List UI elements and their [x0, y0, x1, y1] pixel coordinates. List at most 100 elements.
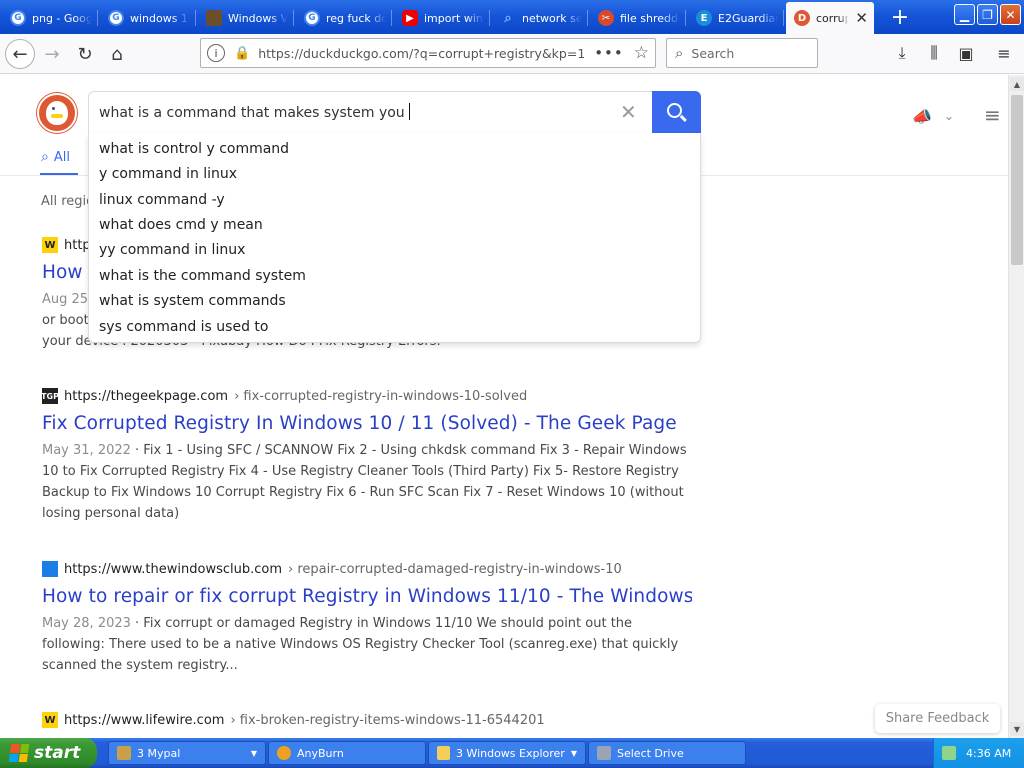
minimize-button[interactable]: ▁	[954, 4, 975, 25]
result-source[interactable]: https://www.thewindowsclub.com › repair-…	[42, 560, 692, 578]
hamburger-menu-icon[interactable]: ≡	[984, 103, 1001, 127]
tab-active[interactable]: D corrupt ✕	[786, 2, 874, 34]
windows-flag-icon	[8, 744, 30, 762]
tab-3[interactable]: Windows V	[198, 3, 294, 33]
share-feedback-button[interactable]: Share Feedback	[875, 704, 1000, 733]
forward-button[interactable]: →	[37, 39, 67, 69]
e2guardian-icon: E	[696, 10, 712, 26]
result-title[interactable]: How to repair or fix corrupt Registry in…	[42, 586, 692, 607]
network-icon[interactable]	[942, 746, 956, 760]
duckduckgo-logo[interactable]	[37, 93, 77, 133]
screen: G png - Goog G windows 10 Windows V G re…	[0, 0, 1024, 768]
page-scrollbar[interactable]: ▲ ▼	[1008, 75, 1024, 738]
lifewire-favicon-icon: W	[42, 712, 58, 728]
lifewire-favicon-icon: W	[42, 237, 58, 253]
result-host: https://www.thewindowsclub.com	[64, 561, 283, 577]
tab-7[interactable]: ✂ file shredde	[590, 3, 686, 33]
task-anyburn[interactable]: AnyBurn	[268, 741, 426, 765]
tab-8[interactable]: E E2Guardian	[688, 3, 784, 33]
browser-tab-strip: G png - Goog G windows 10 Windows V G re…	[0, 0, 1024, 34]
menu-icon[interactable]: ≡	[992, 41, 1016, 65]
system-tray: 4:36 AM	[933, 738, 1024, 768]
google-icon: G	[304, 10, 320, 26]
chevron-down-icon[interactable]: ⌄	[944, 109, 954, 123]
chevron-down-icon: ▼	[570, 748, 577, 758]
task-label: AnyBurn	[297, 746, 344, 760]
downloads-icon[interactable]: ⤓	[890, 41, 914, 65]
search-box[interactable]: what is a command that makes system you …	[88, 91, 701, 134]
back-button[interactable]: ←	[5, 39, 35, 69]
autocomplete-suggestions: what is control y command y command in l…	[88, 133, 701, 343]
tab-close-icon[interactable]: ✕	[855, 9, 868, 27]
lock-icon: 🔒	[234, 45, 251, 61]
page-content: what is a command that makes system you …	[0, 75, 1008, 738]
restore-button[interactable]: ❐	[977, 4, 998, 25]
start-label: start	[34, 743, 81, 763]
suggestion-item[interactable]: what does cmd y mean	[99, 217, 263, 233]
search-icon: ⌕	[675, 44, 684, 62]
scroll-up-icon[interactable]: ▲	[1010, 77, 1024, 91]
tab-2[interactable]: G windows 10	[100, 3, 196, 33]
megaphone-icon[interactable]: 📣	[912, 107, 932, 126]
tab-label: windows 10	[130, 11, 190, 25]
tab-label: import wind	[424, 11, 484, 25]
result-snippet-text: · Fix corrupt or damaged Registry in Win…	[42, 616, 679, 673]
tab-1[interactable]: G png - Goog	[2, 3, 98, 33]
shredder-icon: ✂	[598, 10, 614, 26]
bookmark-star-icon[interactable]: ☆	[634, 43, 649, 63]
reload-button[interactable]: ↻	[70, 39, 100, 69]
home-button[interactable]: ⌂	[102, 39, 132, 69]
clock[interactable]: 4:36 AM	[966, 747, 1011, 760]
new-tab-button[interactable]: +	[886, 4, 914, 30]
suggestion-item[interactable]: linux command -y	[99, 192, 225, 208]
thegeekpage-favicon-icon: TGP	[41, 388, 59, 404]
suggestion-item[interactable]: what is control y command	[99, 141, 289, 157]
browser-search-field[interactable]: ⌕ Search	[666, 38, 818, 68]
url-text[interactable]: https://duckduckgo.com/?q=corrupt+regist…	[258, 46, 584, 61]
start-button[interactable]: start	[0, 738, 97, 768]
result-host: https://thegeekpage.com	[64, 388, 229, 404]
page-actions-icon[interactable]: •••	[594, 44, 624, 62]
scroll-down-icon[interactable]: ▼	[1010, 722, 1024, 736]
task-mypal[interactable]: 3 Mypal ▼	[108, 741, 266, 765]
active-tab-indicator	[40, 173, 78, 175]
google-icon: G	[108, 10, 124, 26]
result-path: › repair-corrupted-damaged-registry-in-w…	[288, 561, 622, 577]
result-source[interactable]: TGP https://thegeekpage.com › fix-corrup…	[41, 387, 692, 405]
clear-icon[interactable]: ✕	[620, 100, 637, 124]
task-select-drive[interactable]: Select Drive	[588, 741, 746, 765]
suggestion-item[interactable]: y command in linux	[99, 166, 237, 182]
tab-4[interactable]: G reg fuck do	[296, 3, 392, 33]
info-icon[interactable]: i	[207, 44, 225, 62]
tab-5[interactable]: ▶ import wind	[394, 3, 490, 33]
suggestion-item[interactable]: sys command is used to	[99, 319, 268, 335]
result-title[interactable]: Fix Corrupted Registry In Windows 10 / 1…	[42, 413, 692, 434]
search-icon: ⌕	[41, 149, 49, 165]
task-label: Select Drive	[617, 746, 684, 760]
address-bar[interactable]: i 🔒 https://duckduckgo.com/?q=corrupt+re…	[200, 38, 656, 68]
result-source[interactable]: W https://www.lifewire.com › fix-broken-…	[42, 711, 692, 729]
library-icon[interactable]: ⫼	[922, 41, 946, 65]
search-input[interactable]: what is a command that makes system you	[99, 103, 410, 121]
tab-6[interactable]: ⌕ network se	[492, 3, 588, 33]
task-label: 3 Mypal	[137, 746, 181, 760]
tab-all-label: All	[53, 149, 70, 165]
task-windows-explorer[interactable]: 3 Windows Explorer ▼	[428, 741, 586, 765]
region-selector[interactable]: All regio	[41, 194, 94, 209]
result-host: https://www.lifewire.com	[64, 712, 225, 728]
tab-all[interactable]: ⌕ All	[41, 149, 70, 165]
result-path: › fix-corrupted-registry-in-windows-10-s…	[234, 388, 528, 404]
search-button[interactable]	[652, 91, 701, 134]
mypal-icon	[117, 746, 131, 760]
search-icon	[667, 103, 682, 118]
sidebar-icon[interactable]: ▣	[954, 41, 978, 65]
result-4: W https://www.lifewire.com › fix-broken-…	[42, 711, 692, 729]
suggestion-item[interactable]: yy command in linux	[99, 242, 245, 258]
scrollbar-thumb[interactable]	[1011, 95, 1023, 265]
suggestion-item[interactable]: what is the command system	[99, 268, 306, 284]
suggestion-item[interactable]: what is system commands	[99, 293, 286, 309]
search-icon: ⌕	[504, 10, 512, 26]
result-snippet-text: · Fix 1 - Using SFC / SCANNOW Fix 2 - Us…	[42, 443, 687, 521]
close-window-button[interactable]: ✕	[1000, 4, 1021, 25]
result-path: › fix-broken-registry-items-windows-11-6…	[230, 712, 545, 728]
